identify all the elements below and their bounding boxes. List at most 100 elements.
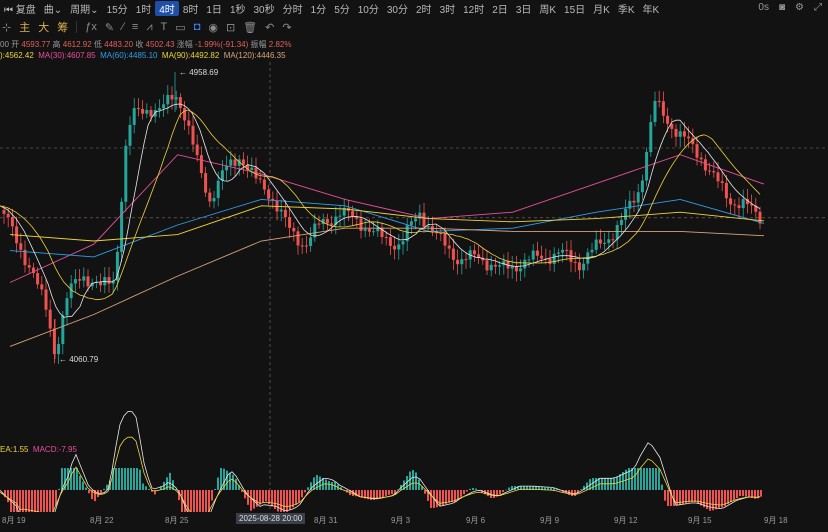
macd-legend: EA:1.55 MACD:-7.95 xyxy=(0,445,77,454)
candle-body xyxy=(619,219,623,226)
candle-body xyxy=(703,159,707,171)
candle-body xyxy=(279,209,283,212)
macd-bar xyxy=(391,490,393,494)
macd-bar xyxy=(40,490,42,512)
macd-bar xyxy=(472,488,474,490)
macd-bar xyxy=(445,490,447,504)
macd-bar xyxy=(37,490,39,512)
candle-body xyxy=(724,182,728,199)
candle-body xyxy=(199,155,203,174)
candle-body xyxy=(632,200,636,203)
macd-bar xyxy=(67,468,69,490)
macd-bar xyxy=(745,490,747,497)
candle-body xyxy=(384,237,388,239)
candle-body xyxy=(73,279,77,284)
macd-bar xyxy=(718,490,720,509)
candle-body xyxy=(241,159,245,165)
candle-body xyxy=(296,231,300,246)
macd-bar xyxy=(49,490,51,512)
candle-body xyxy=(502,260,506,266)
candle-body xyxy=(300,245,304,247)
candle-body xyxy=(460,259,464,265)
candle-body xyxy=(141,109,145,114)
candle-body xyxy=(657,100,661,102)
candle-body xyxy=(447,245,451,249)
macd-bar xyxy=(640,468,642,490)
macd-bar xyxy=(595,478,597,490)
macd-bar xyxy=(580,489,582,490)
candle-body xyxy=(556,252,560,254)
candle-body xyxy=(699,157,703,160)
candle-body xyxy=(409,221,413,226)
macd-bar xyxy=(262,490,264,503)
candle-body xyxy=(178,97,182,108)
x-tick-label: 8月 19 xyxy=(2,516,26,525)
macd-bar xyxy=(43,490,45,512)
macd-bar xyxy=(694,490,696,502)
macd-bar xyxy=(100,490,102,493)
macd-bar xyxy=(418,479,420,490)
macd-bar xyxy=(127,468,129,490)
macd-bar xyxy=(235,478,237,490)
candle-body xyxy=(258,178,262,180)
candle-body xyxy=(128,124,132,146)
macd-bar xyxy=(145,486,147,490)
candle-body xyxy=(737,205,741,209)
macd-bar xyxy=(85,487,87,490)
macd-bar xyxy=(277,490,279,512)
candle-body xyxy=(212,198,216,202)
macd-bar xyxy=(298,490,300,503)
macd-bar xyxy=(211,490,213,501)
macd-bar xyxy=(379,490,381,499)
macd-bar xyxy=(508,487,510,490)
macd-bar xyxy=(25,490,27,512)
candle-body xyxy=(682,131,686,137)
macd-bar xyxy=(733,490,735,500)
macd-bar xyxy=(70,468,72,490)
macd-bar xyxy=(304,490,306,493)
candle-body xyxy=(351,210,355,217)
macd-bar xyxy=(259,490,261,505)
macd-bar xyxy=(493,490,495,498)
candle-body xyxy=(262,179,266,190)
x-tick-label: 9月 3 xyxy=(391,516,411,525)
candle-body xyxy=(82,276,86,281)
candle-body xyxy=(666,115,670,124)
candle-body xyxy=(330,223,334,225)
candle-body xyxy=(451,248,455,260)
candle-body xyxy=(325,218,329,224)
candle-body xyxy=(540,255,544,259)
candle-body xyxy=(157,108,161,111)
macd-bar xyxy=(667,490,669,506)
macd-bar xyxy=(700,490,702,506)
macd-bar xyxy=(385,490,387,496)
macd-bar xyxy=(139,469,141,490)
macd-bar xyxy=(661,484,663,490)
candle-body xyxy=(716,172,720,182)
x-tick-label: 9月 6 xyxy=(466,516,486,525)
x-tick-label: 8月 22 xyxy=(90,516,114,525)
macd-bar xyxy=(460,490,462,497)
candle-body xyxy=(2,210,6,214)
macd-bar xyxy=(592,478,594,490)
candle-body xyxy=(195,144,199,156)
candle-body xyxy=(607,239,611,243)
candle-body xyxy=(422,212,426,227)
macd-bar xyxy=(28,490,30,512)
candle-body xyxy=(733,204,737,206)
macd-bar xyxy=(22,490,24,512)
macd-bar xyxy=(79,475,81,490)
macd-bar xyxy=(46,490,48,512)
macd-bar xyxy=(664,490,666,501)
macd-bar xyxy=(208,490,210,512)
price-chart[interactable]: ← 4958.69 ← 4060.79 xyxy=(0,0,828,512)
candle-body xyxy=(170,94,174,100)
candle-body xyxy=(598,239,602,244)
x-tick-label: 9月 18 xyxy=(764,516,788,525)
candle-body xyxy=(498,265,502,267)
macd-bar xyxy=(226,470,228,490)
macd-bar xyxy=(505,489,507,491)
candle-body xyxy=(414,218,418,222)
candle-body xyxy=(472,250,476,255)
candle-body xyxy=(115,251,119,281)
